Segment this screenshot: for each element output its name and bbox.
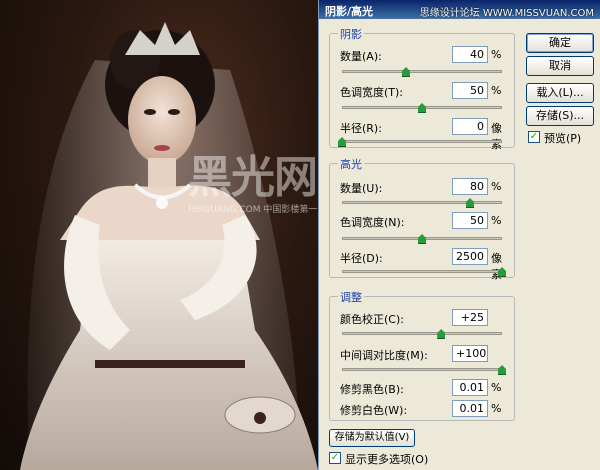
preview-check-icon[interactable]: ✓ xyxy=(528,131,540,143)
adjustments-group: 调整 颜色校正(C): +25 中间调对比度(M): +100 修剪黑色(B):… xyxy=(329,289,515,421)
shadows-group: 阴影 数量(A): 40 % 色调宽度(T): 50 % 半径(R): 0 像素 xyxy=(329,26,515,151)
more-options-checkbox[interactable]: ✓ 显示更多选项(O) xyxy=(329,451,469,466)
highlights-amount-field[interactable]: 80 xyxy=(452,178,488,195)
black-clip-field[interactable]: 0.01 xyxy=(452,379,488,396)
shadows-tonal-width-slider[interactable] xyxy=(342,103,502,113)
white-clip-field[interactable]: 0.01 xyxy=(452,400,488,417)
preview-checkbox[interactable]: ✓ 预览(P) xyxy=(528,130,598,145)
slider-thumb[interactable] xyxy=(338,137,346,147)
shadows-tonal-width-unit: % xyxy=(491,84,502,97)
white-clip-label: 修剪白色(W): xyxy=(340,404,408,417)
highlights-radius-field[interactable]: 2500 xyxy=(452,248,488,265)
slider-track xyxy=(342,140,502,143)
highlights-tonal-width-field[interactable]: 50 xyxy=(452,212,488,229)
highlights-title: 高光 xyxy=(338,156,364,172)
highlights-tonal-width-row: 色调宽度(N): 50 % xyxy=(340,212,508,230)
black-clip-label: 修剪黑色(B): xyxy=(340,383,404,396)
midtone-contrast-slider[interactable] xyxy=(342,365,506,375)
midtone-contrast-row: 中间调对比度(M): +100 xyxy=(340,345,508,363)
color-correction-slider[interactable] xyxy=(342,329,502,339)
shadow-highlight-dialog: 阴影/高光 阴影 数量(A): 40 % 色调宽度(T): 50 % 半径(R)… xyxy=(318,0,600,470)
highlights-radius-row: 半径(D): 2500 像素 xyxy=(340,248,508,281)
color-correction-field[interactable]: +25 xyxy=(452,309,488,326)
slider-thumb[interactable] xyxy=(466,198,474,208)
black-clip-unit: % xyxy=(491,381,502,394)
shadows-radius-slider[interactable] xyxy=(338,137,502,147)
shadows-amount-field[interactable]: 40 xyxy=(452,46,488,63)
highlights-radius-unit: 像素 xyxy=(491,252,502,281)
slider-thumb[interactable] xyxy=(437,329,446,339)
shadows-amount-row: 数量(A): 40 % xyxy=(340,46,508,64)
slider-thumb[interactable] xyxy=(418,103,426,113)
midtone-contrast-field[interactable]: +100 xyxy=(452,345,488,362)
highlights-amount-slider[interactable] xyxy=(342,198,502,208)
save-button[interactable]: 存储(S)... xyxy=(526,106,594,126)
slider-thumb[interactable] xyxy=(418,234,426,244)
shadows-radius-field[interactable]: 0 xyxy=(452,118,488,135)
highlights-amount-label: 数量(U): xyxy=(340,182,383,195)
shadows-tonal-width-label: 色调宽度(T): xyxy=(340,86,404,99)
bride-photo xyxy=(20,22,318,470)
cancel-button[interactable]: 取消 xyxy=(526,56,594,76)
slider-track xyxy=(342,70,502,73)
shadows-radius-unit: 像素 xyxy=(491,122,502,151)
shadows-tonal-width-field[interactable]: 50 xyxy=(452,82,488,99)
shadows-radius-label: 半径(R): xyxy=(340,122,382,135)
preview-label: 预览(P) xyxy=(544,132,582,145)
slider-track xyxy=(342,270,502,273)
highlights-radius-label: 半径(D): xyxy=(340,252,383,265)
slider-thumb[interactable] xyxy=(402,67,410,77)
highlights-amount-row: 数量(U): 80 % xyxy=(340,178,508,196)
more-options-label: 显示更多选项(O) xyxy=(345,453,429,466)
shadows-radius-row: 半径(R): 0 像素 xyxy=(340,118,508,151)
shadows-amount-unit: % xyxy=(491,48,502,61)
site-watermark: 思缘设计论坛 WWW.MISSVUAN.COM xyxy=(419,8,594,19)
color-correction-label: 颜色校正(C): xyxy=(340,313,404,326)
slider-thumb[interactable] xyxy=(498,365,506,375)
photo-canvas: 黑光网 HEIGUANG.COM 中国影楼第一门户 xyxy=(0,0,318,470)
load-button[interactable]: 载入(L)... xyxy=(526,83,594,103)
highlights-amount-unit: % xyxy=(491,180,502,193)
midtone-contrast-label: 中间调对比度(M): xyxy=(340,349,428,362)
shadows-amount-label: 数量(A): xyxy=(340,50,382,63)
slider-track xyxy=(342,368,502,371)
highlights-tonal-width-label: 色调宽度(N): xyxy=(340,216,405,229)
highlights-radius-slider[interactable] xyxy=(342,267,506,277)
color-correction-row: 颜色校正(C): +25 xyxy=(340,309,508,327)
shadows-tonal-width-row: 色调宽度(T): 50 % xyxy=(340,82,508,100)
shadows-amount-slider[interactable] xyxy=(342,67,502,77)
highlights-group: 高光 数量(U): 80 % 色调宽度(N): 50 % 半径(D): 2500… xyxy=(329,156,515,281)
white-clip-unit: % xyxy=(491,402,502,415)
black-clip-row: 修剪黑色(B): 0.01 % xyxy=(340,379,508,397)
adjustments-title: 调整 xyxy=(338,289,364,305)
more-options-check-icon[interactable]: ✓ xyxy=(329,452,341,464)
highlights-tonal-width-slider[interactable] xyxy=(342,234,502,244)
shadows-title: 阴影 xyxy=(338,26,364,42)
white-clip-row: 修剪白色(W): 0.01 % xyxy=(340,400,508,418)
slider-track xyxy=(342,201,502,204)
slider-track xyxy=(342,332,502,335)
save-default-button[interactable]: 存储为默认值(V) xyxy=(329,429,415,447)
highlights-tonal-width-unit: % xyxy=(491,214,502,227)
ok-button[interactable]: 确定 xyxy=(526,33,594,53)
